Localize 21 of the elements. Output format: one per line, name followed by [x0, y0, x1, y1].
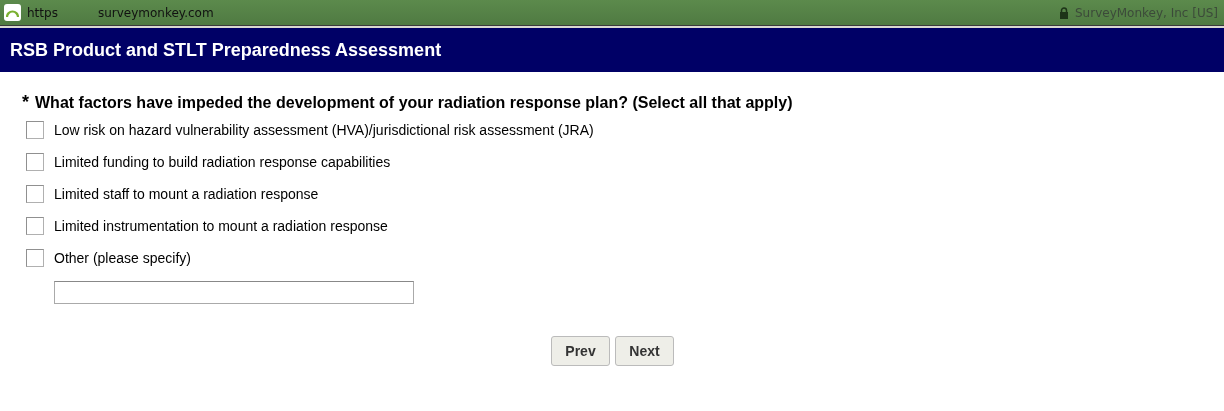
option-label: Other (please specify) [54, 250, 191, 266]
survey-title: RSB Product and STLT Preparedness Assessment [10, 39, 442, 61]
checkbox[interactable] [26, 185, 44, 203]
option-label: Low risk on hazard vulnerability assessment (HVA)/jurisdictional risk assessment (JRA) [54, 122, 594, 138]
url-domain: surveymonkey.com [97, 5, 214, 20]
option-label: Limited instrumentation to mount a radiation response [54, 218, 388, 234]
url-scheme: https [27, 5, 58, 20]
other-input-field[interactable] [54, 281, 414, 304]
required-mark: * [22, 92, 29, 113]
next-button[interactable]: Next [615, 336, 674, 366]
checkbox[interactable] [26, 249, 44, 267]
prev-button[interactable]: Prev [551, 336, 610, 366]
checkbox[interactable] [26, 121, 44, 139]
checkbox[interactable] [26, 153, 44, 171]
lock-icon [1059, 6, 1069, 19]
site-logo-icon [6, 7, 19, 18]
option-label: Limited funding to build radiation response capabilities [54, 154, 391, 170]
question-text: What factors have impeded the development of your radiation response plan? (Select all that apply) [35, 94, 793, 112]
option-label: Limited staff to mount a radiation response [54, 186, 319, 202]
certificate-owner: SurveyMonkey, Inc [US] [1075, 5, 1218, 20]
checkbox[interactable] [26, 217, 44, 235]
